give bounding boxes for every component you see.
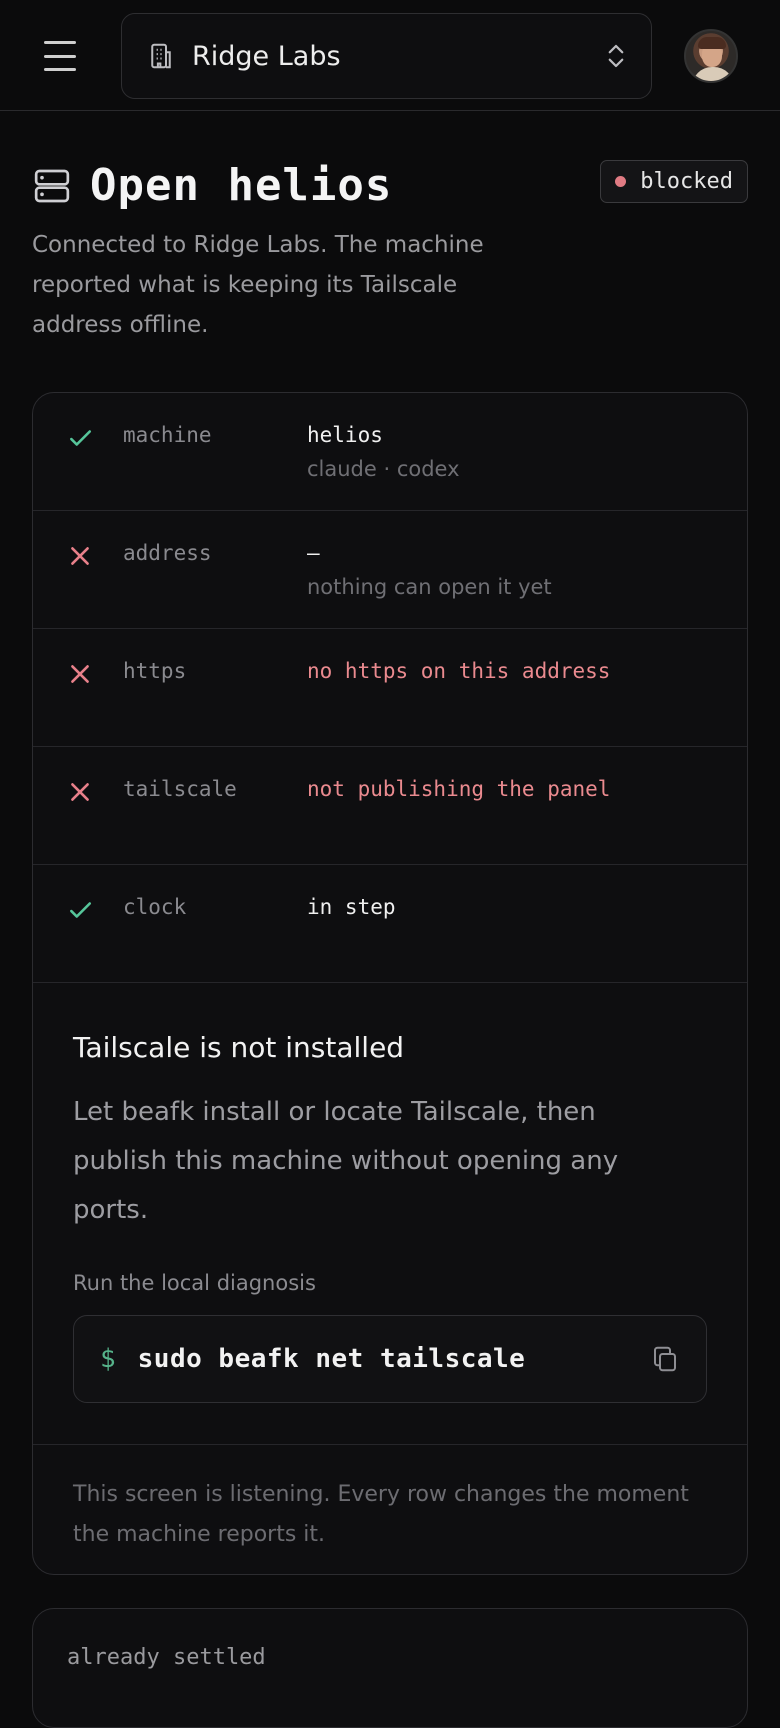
building-icon <box>151 43 171 69</box>
page-header: Open helios blocked Connected to Ridge L… <box>32 160 748 345</box>
check-value: no https on this address <box>307 659 611 683</box>
page-subtitle: Connected to Ridge Labs. The machine rep… <box>32 232 484 338</box>
check-value: — <box>307 541 320 565</box>
panel-heading: Tailscale is not installed <box>73 1031 405 1064</box>
top-bar: Ridge Labs <box>0 0 780 111</box>
check-detail: nothing can open it yet <box>307 575 552 599</box>
tailscale-panel: Tailscale is not installed Let beafk ins… <box>33 983 747 1445</box>
check-row-address: address — nothing can open it yet <box>33 511 747 629</box>
check-row-clock: clock in step <box>33 865 747 983</box>
copy-icon[interactable] <box>650 1344 680 1374</box>
settled-label: already settled <box>67 1645 266 1670</box>
panel-body: Let beafk install or locate Tailscale, t… <box>73 1097 619 1225</box>
check-row-tailscale: tailscale not publishing the panel <box>33 747 747 865</box>
check-key: https <box>123 659 187 683</box>
org-name: Ridge Labs <box>192 40 341 72</box>
diagnosis-card: machine helios claude · codex address — nothi… <box>32 392 748 1575</box>
check-row-https: https no https on this address <box>33 629 747 747</box>
menu-icon[interactable] <box>40 38 80 74</box>
check-detail: claude · codex <box>307 457 460 481</box>
check-key: tailscale <box>123 777 237 801</box>
cross-icon <box>71 783 89 801</box>
page-title: Open helios <box>90 160 393 211</box>
check-row-machine: machine helios claude · codex <box>33 393 747 511</box>
avatar[interactable] <box>684 29 738 83</box>
chevron-up-down-icon <box>608 44 624 68</box>
check-key: address <box>123 541 212 565</box>
command-box[interactable]: $ sudo beafk net tailscale <box>73 1315 707 1403</box>
settled-card: already settled <box>32 1608 748 1728</box>
check-value: helios <box>307 423 383 447</box>
check-value: not publishing the panel <box>307 777 611 801</box>
status-label: blocked <box>640 169 733 194</box>
cross-icon <box>71 665 89 683</box>
cross-icon <box>71 547 89 565</box>
server-icon <box>34 169 70 202</box>
command-text[interactable]: sudo beafk net tailscale <box>138 1344 650 1374</box>
command-hint: Run the local diagnosis <box>73 1271 316 1295</box>
check-key: machine <box>123 423 212 447</box>
org-switcher[interactable]: Ridge Labs <box>121 13 652 99</box>
status-dot <box>615 176 627 187</box>
listening-note: This screen is listening. Every row chan… <box>73 1482 689 1547</box>
check-icon <box>70 430 92 446</box>
check-key: clock <box>123 895 187 919</box>
check-value: in step <box>307 895 396 919</box>
status-badge: blocked <box>600 160 748 203</box>
prompt-symbol: $ <box>100 1344 116 1374</box>
check-icon <box>70 902 92 918</box>
